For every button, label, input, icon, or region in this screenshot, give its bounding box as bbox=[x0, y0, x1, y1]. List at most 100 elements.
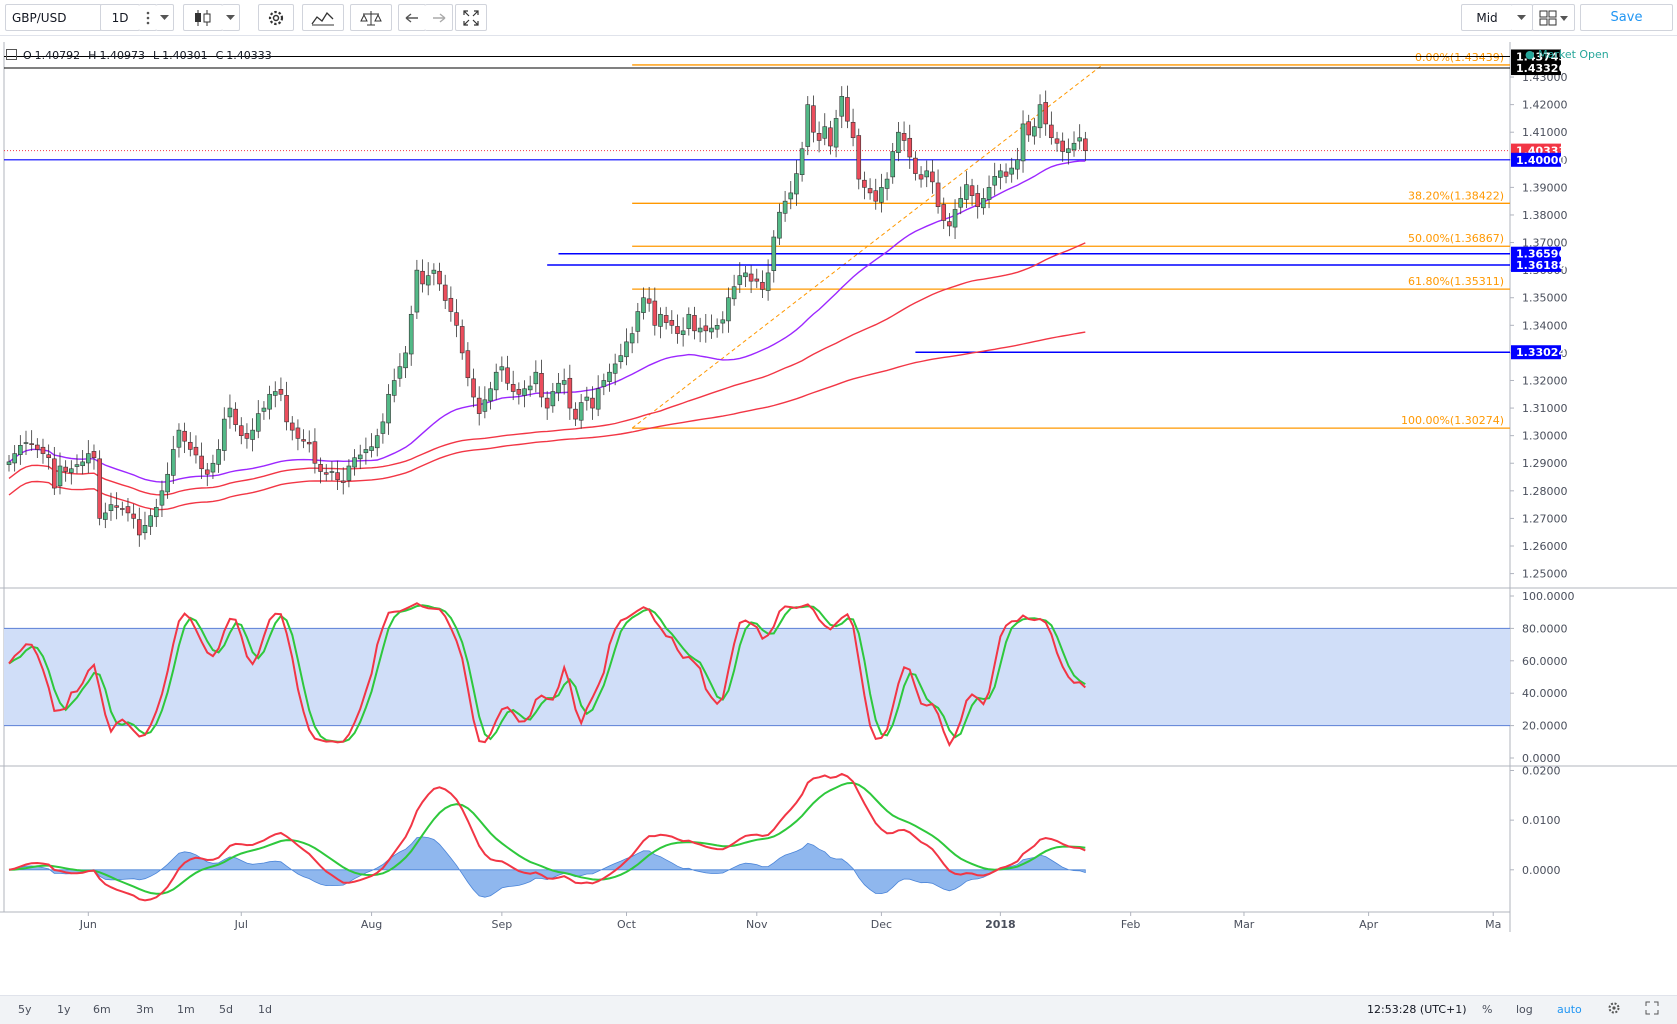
candle-body bbox=[29, 443, 34, 445]
candle-body bbox=[69, 468, 74, 473]
candle-body bbox=[845, 97, 850, 122]
fullscreen-icon[interactable] bbox=[455, 4, 487, 31]
interval-text: 1D bbox=[111, 10, 129, 25]
interval-menu-icon[interactable] bbox=[139, 4, 157, 31]
candle-body bbox=[289, 422, 295, 431]
auto-toggle[interactable]: auto bbox=[1557, 1003, 1582, 1016]
candle-body bbox=[12, 453, 17, 464]
candle-body bbox=[1054, 138, 1060, 144]
legend-toggle-icon[interactable] bbox=[6, 49, 17, 60]
candle-body bbox=[454, 312, 459, 326]
candle-body bbox=[165, 473, 170, 493]
candle-body bbox=[437, 270, 442, 285]
candle-body bbox=[23, 442, 29, 444]
candle-body bbox=[754, 278, 760, 282]
candle-body bbox=[884, 178, 890, 189]
candle-body bbox=[18, 445, 23, 455]
redo-icon[interactable] bbox=[425, 4, 453, 31]
candle-body bbox=[312, 441, 318, 464]
save-label: Save bbox=[1610, 10, 1643, 25]
candle-body bbox=[595, 388, 601, 410]
candle-body bbox=[828, 127, 833, 147]
price-tick-label: 1.28000 bbox=[1522, 485, 1568, 498]
candle-body bbox=[386, 393, 391, 424]
percent-toggle[interactable]: % bbox=[1482, 1003, 1492, 1016]
candle-body bbox=[159, 490, 165, 506]
candle-body bbox=[658, 313, 663, 327]
range-1m[interactable]: 1m bbox=[177, 1003, 195, 1016]
candle-body bbox=[765, 272, 771, 291]
candle-body bbox=[278, 389, 284, 395]
compare-icon[interactable] bbox=[350, 4, 392, 31]
candle-body bbox=[1071, 142, 1077, 151]
candle-body bbox=[833, 118, 839, 148]
bars-style-chevron-icon[interactable] bbox=[222, 4, 240, 31]
bars-style-icon[interactable] bbox=[183, 4, 223, 31]
macd-tick-label: 0.0200 bbox=[1522, 764, 1561, 777]
candle-body bbox=[250, 429, 255, 440]
candle-body bbox=[261, 407, 267, 412]
layout-icon[interactable] bbox=[1532, 4, 1575, 31]
candle-body bbox=[193, 446, 199, 456]
time-tick-label: Nov bbox=[746, 918, 768, 931]
scale-settings-icon[interactable] bbox=[1607, 1001, 1621, 1018]
candle-body bbox=[646, 298, 652, 304]
close-value: 1.40333 bbox=[226, 49, 272, 62]
clock[interactable]: 12:53:28 (UTC+1) bbox=[1367, 1003, 1467, 1016]
interval-button[interactable]: 1D bbox=[100, 4, 140, 31]
candle-body bbox=[590, 397, 595, 409]
price-source-select[interactable]: Mid bbox=[1461, 4, 1513, 31]
range-1d[interactable]: 1d bbox=[258, 1003, 272, 1016]
candle-body bbox=[850, 121, 856, 139]
candle-body bbox=[120, 508, 125, 510]
candle-body bbox=[799, 148, 805, 175]
candle-body bbox=[720, 319, 726, 324]
candle-body bbox=[578, 402, 584, 421]
range-6m[interactable]: 6m bbox=[93, 1003, 111, 1016]
candle-body bbox=[561, 380, 567, 385]
chart-canvas[interactable]: 0.00%(1.43439) 38.20%(1.38422) 50.00%(1.36… bbox=[0, 36, 1677, 995]
candle-body bbox=[992, 176, 998, 186]
log-toggle[interactable]: log bbox=[1516, 1003, 1533, 1016]
candle-body bbox=[1020, 123, 1026, 162]
interval-dropdown-chevron-icon[interactable] bbox=[156, 4, 174, 31]
stoch-tick-label: 20.0000 bbox=[1522, 720, 1568, 733]
price-source-chevron-icon[interactable] bbox=[1511, 4, 1533, 31]
candle-body bbox=[584, 396, 590, 401]
price-label-text: 1.36188 bbox=[1516, 259, 1566, 272]
candle-body bbox=[573, 408, 578, 420]
candle-body bbox=[771, 236, 777, 271]
candle-body bbox=[782, 200, 788, 214]
candle-body bbox=[323, 472, 329, 475]
candle-body bbox=[975, 193, 981, 207]
candle-body bbox=[295, 427, 301, 439]
candle-body bbox=[1037, 104, 1043, 129]
candle-body bbox=[533, 371, 539, 385]
range-1y[interactable]: 1y bbox=[57, 1003, 71, 1016]
symbol-search-input[interactable]: GBP/USD bbox=[5, 4, 102, 31]
candle-body bbox=[726, 297, 731, 322]
candle-body bbox=[907, 137, 913, 158]
range-5y[interactable]: 5y bbox=[18, 1003, 32, 1016]
reset-scale-icon[interactable] bbox=[1645, 1001, 1659, 1018]
candle-body bbox=[204, 469, 210, 475]
candle-body bbox=[221, 418, 227, 451]
candle-body bbox=[805, 104, 811, 147]
candle-body bbox=[148, 515, 153, 527]
indicators-icon[interactable] bbox=[302, 4, 344, 31]
price-tick-label: 1.26000 bbox=[1522, 540, 1568, 553]
time-tick-label: Aug bbox=[361, 918, 382, 931]
macd-tick-label: 0.0000 bbox=[1522, 864, 1561, 877]
high-label: H bbox=[88, 49, 97, 62]
range-5d[interactable]: 5d bbox=[219, 1003, 233, 1016]
settings-icon[interactable] bbox=[258, 4, 294, 31]
candle-body bbox=[760, 281, 765, 290]
save-button[interactable]: Save bbox=[1580, 4, 1673, 31]
undo-icon[interactable] bbox=[398, 4, 426, 31]
candle-body bbox=[748, 273, 754, 282]
range-3m[interactable]: 3m bbox=[136, 1003, 154, 1016]
candle-body bbox=[153, 507, 159, 518]
candle-body bbox=[425, 275, 431, 286]
time-tick-label: Ma bbox=[1485, 918, 1501, 931]
fib-level-label: 50.00%(1.36867) bbox=[1408, 232, 1504, 245]
